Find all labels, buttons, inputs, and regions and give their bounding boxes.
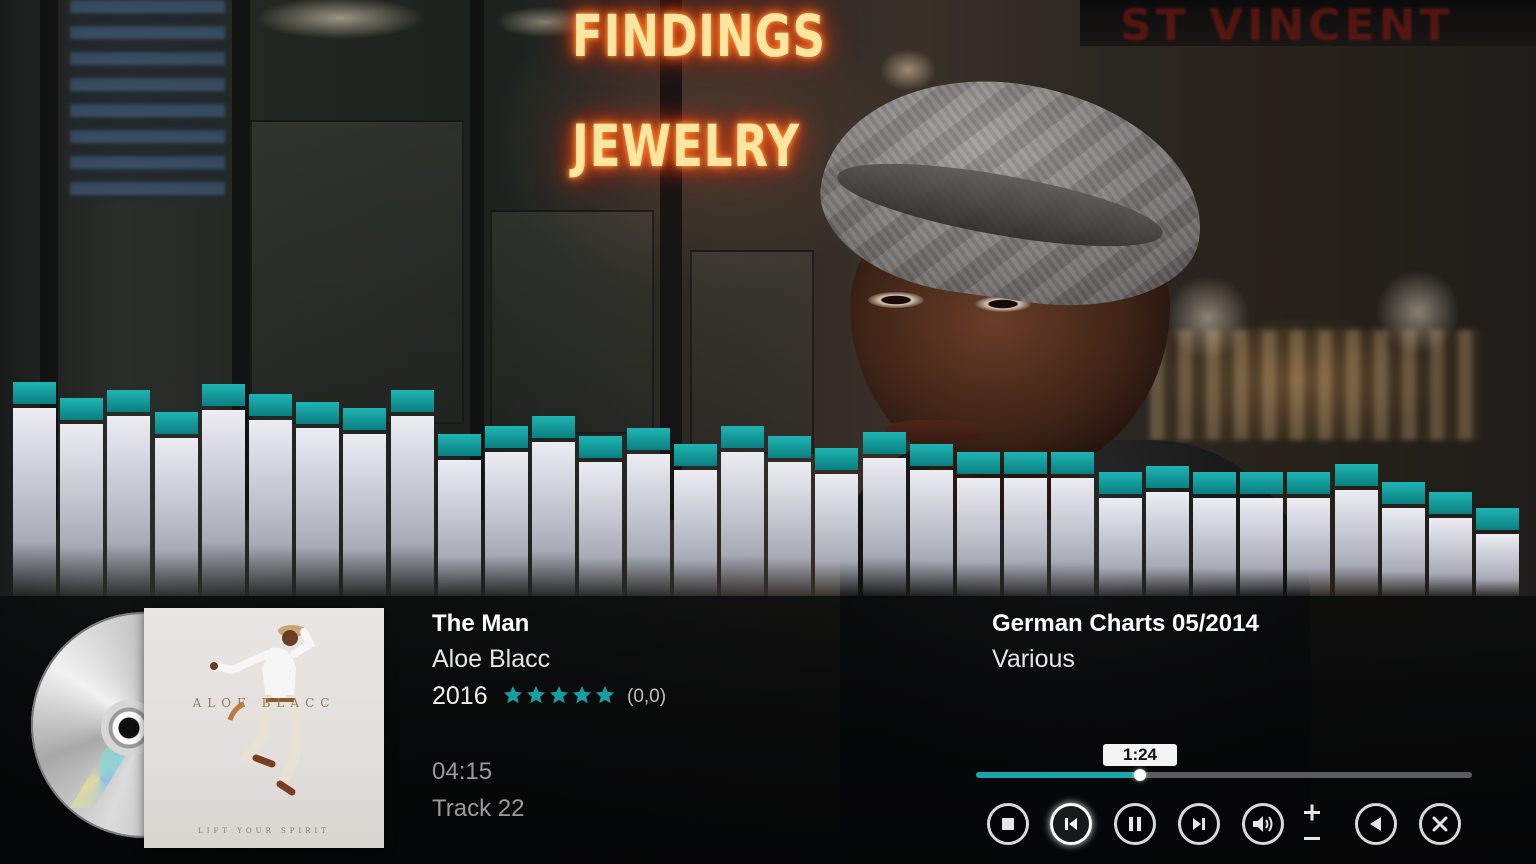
close-icon	[1432, 816, 1448, 832]
album-artist: Various	[992, 645, 1075, 673]
star-icon	[572, 685, 592, 704]
track-number: Track 22	[432, 795, 525, 822]
star-icon	[503, 685, 523, 704]
stop-icon	[1002, 818, 1014, 830]
artist-mouth	[885, 420, 985, 442]
track-year: 2016	[432, 682, 488, 710]
rating-count: (0,0)	[627, 686, 667, 707]
seek-bar[interactable]	[976, 769, 1472, 781]
rating-stars	[502, 683, 616, 711]
track-title: The Man	[432, 610, 530, 637]
stop-button[interactable]	[987, 803, 1029, 845]
back-button[interactable]	[1355, 803, 1397, 845]
plus-minus-icon[interactable]	[1298, 800, 1326, 848]
track-duration: 04:15	[432, 758, 493, 785]
next-button[interactable]	[1178, 803, 1220, 845]
artist-eye	[868, 292, 924, 308]
cover-subtitle: LIFT YOUR SPIRIT	[198, 827, 330, 835]
elapsed-time-tooltip: 1:24	[1103, 744, 1177, 766]
close-button[interactable]	[1419, 803, 1461, 845]
album-cover: ALOE BLACC LIFT YOUR SPIRIT	[144, 608, 384, 848]
star-icon	[595, 685, 615, 704]
seek-bar-handle[interactable]	[1134, 769, 1146, 781]
back-triangle-icon	[1370, 817, 1381, 831]
previous-button[interactable]	[1050, 803, 1092, 845]
pause-button[interactable]	[1114, 803, 1156, 845]
star-icon	[526, 685, 546, 704]
star-icon	[549, 685, 569, 704]
volume-button[interactable]	[1242, 803, 1284, 845]
music-visualization-screen: ST VINCENT FINDINGS JEWELRY ALOE BLACC L…	[0, 0, 1536, 864]
cover-dancer-figure	[210, 625, 316, 796]
skip-next-icon	[1193, 818, 1205, 830]
cover-title: ALOE BLACC	[192, 696, 336, 710]
album-name: German Charts 05/2014	[992, 610, 1259, 637]
skip-previous-icon	[1065, 818, 1077, 830]
pause-icon	[1129, 817, 1141, 831]
volume-icon	[1253, 816, 1273, 832]
seek-bar-fill	[976, 772, 1140, 778]
track-artist: Aloe Blacc	[432, 645, 551, 673]
